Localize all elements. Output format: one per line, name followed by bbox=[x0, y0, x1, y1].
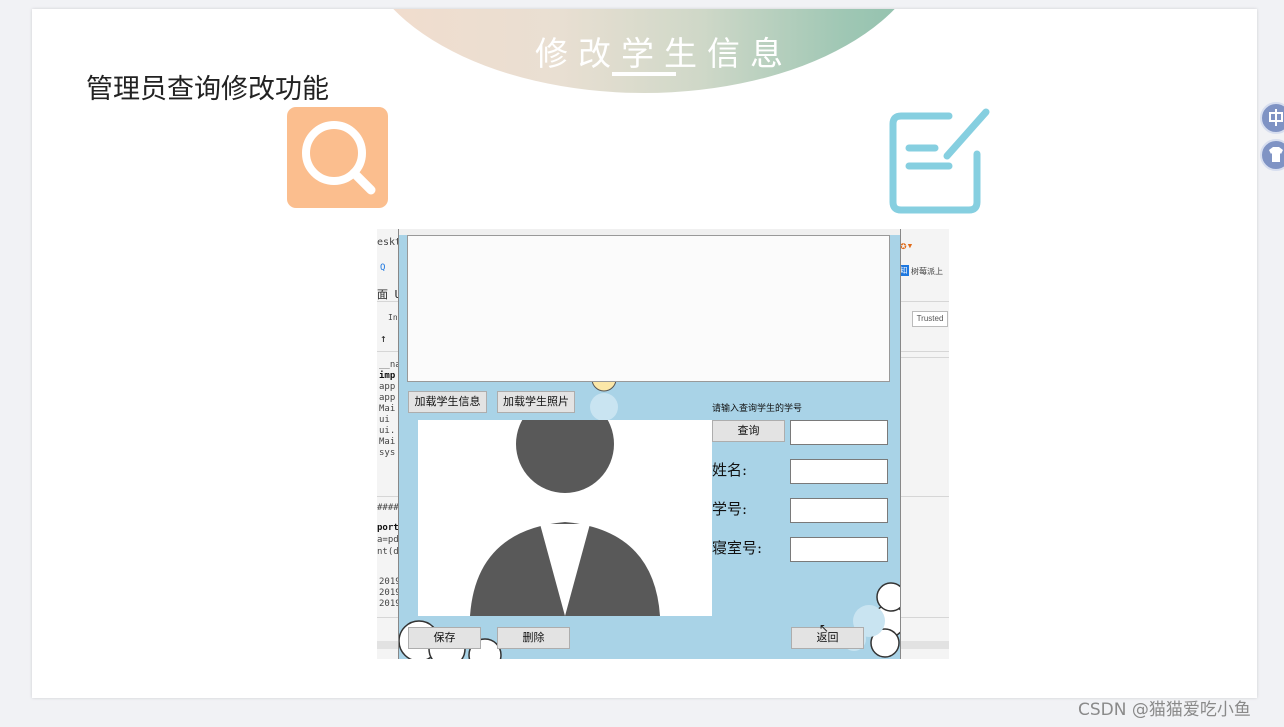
page-title: 管理员查询修改功能 bbox=[86, 74, 329, 105]
dorm-input[interactable] bbox=[790, 537, 888, 562]
student-id-input[interactable] bbox=[790, 498, 888, 523]
query-button[interactable]: 查询 bbox=[712, 420, 785, 442]
chinese-input-icon bbox=[1269, 109, 1283, 126]
query-student-id-input[interactable] bbox=[790, 420, 888, 445]
watermark: CSDN @猫猫爱吃小鱼 bbox=[1078, 700, 1251, 720]
shirt-icon bbox=[1269, 147, 1283, 162]
mouse-cursor-icon: ↖ bbox=[819, 621, 830, 635]
embedded-screenshot: eskto Q 面 U Ins ↑ __na imp app app Mai u… bbox=[377, 229, 949, 659]
delete-button[interactable]: 删除 bbox=[497, 627, 570, 649]
slide: 修改学生信息 管理员查询修改功能 eskto Q 面 U Ins ↑ __na … bbox=[32, 9, 1257, 698]
ide-up-arrow-icon[interactable]: ↑ bbox=[380, 332, 387, 345]
dorm-label: 寝室号: bbox=[712, 539, 763, 557]
banner-underline bbox=[612, 72, 676, 76]
load-student-photo-button[interactable]: 加载学生照片 bbox=[497, 391, 575, 413]
name-label: 姓名: bbox=[712, 461, 748, 479]
student-photo bbox=[418, 420, 712, 616]
edit-document-icon bbox=[887, 104, 992, 220]
ide-gamepad-icon[interactable]: ✪▾ bbox=[900, 239, 913, 252]
ide-search-icon: Q bbox=[380, 263, 386, 273]
search-icon bbox=[287, 107, 388, 208]
student-info-window: 加载学生信息 加载学生照片 请输入查询学生的学号 查询 姓名: 学号: 寝室号:… bbox=[398, 229, 901, 659]
query-hint: 请输入查询学生的学号 bbox=[712, 404, 803, 414]
side-shirt-button[interactable] bbox=[1260, 139, 1284, 171]
info-textarea[interactable] bbox=[407, 235, 890, 382]
banner-title: 修改学生信息 bbox=[535, 34, 793, 73]
ide-bookmark[interactable]: 树莓派上 bbox=[911, 266, 943, 277]
save-button[interactable]: 保存 bbox=[408, 627, 481, 649]
name-input[interactable] bbox=[790, 459, 888, 484]
student-id-label: 学号: bbox=[712, 500, 748, 518]
trusted-badge: Trusted bbox=[912, 311, 948, 327]
load-student-info-button[interactable]: 加载学生信息 bbox=[408, 391, 487, 413]
side-tool-button[interactable] bbox=[1260, 102, 1284, 134]
